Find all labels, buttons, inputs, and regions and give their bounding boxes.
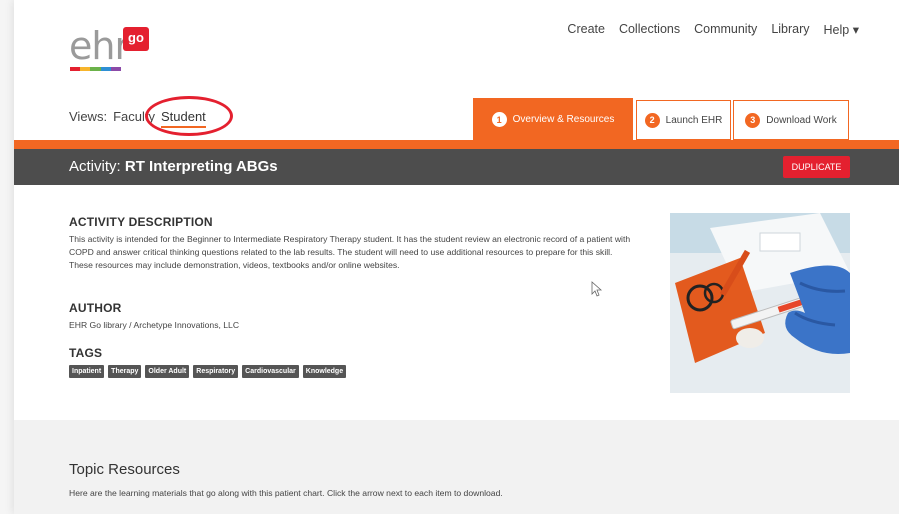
- tab-number-badge: 1: [491, 112, 507, 127]
- tab-label: Launch EHR: [665, 114, 723, 126]
- highlight-circle-annotation: [145, 96, 233, 136]
- activity-title: Activity: RT Interpreting ABGs: [69, 158, 278, 175]
- tag[interactable]: Inpatient: [69, 365, 105, 378]
- blood-gas-syringe-photo: [670, 213, 850, 393]
- nav-create[interactable]: Create: [567, 22, 605, 37]
- duplicate-button[interactable]: DUPLICATE: [783, 156, 850, 178]
- tab-label: Download Work: [766, 114, 837, 126]
- logo-stripe: [70, 67, 122, 71]
- tab-overview-resources[interactable]: 1 Overview & Resources: [473, 98, 633, 141]
- activity-photo: [670, 213, 850, 393]
- author-heading: AUTHOR: [69, 301, 122, 315]
- tag[interactable]: Therapy: [108, 365, 142, 378]
- topic-resources-section: Topic Resources Here are the learning ma…: [14, 420, 899, 514]
- tag[interactable]: Knowledge: [302, 365, 347, 378]
- nav-help[interactable]: Help ▾: [824, 22, 859, 37]
- tab-download-work[interactable]: 3 Download Work: [733, 100, 849, 140]
- tab-label: Overview & Resources: [512, 114, 615, 125]
- page: ehr go Create Collections Community Libr…: [14, 0, 899, 514]
- tab-number-badge: 3: [745, 112, 761, 128]
- nav-collections[interactable]: Collections: [619, 22, 680, 37]
- tags-heading: TAGS: [69, 346, 103, 360]
- author-text: EHR Go library / Archetype Innovations, …: [69, 320, 240, 330]
- tag-list: Inpatient Therapy Older Adult Respirator…: [69, 365, 347, 378]
- nav-library[interactable]: Library: [771, 22, 809, 37]
- tag[interactable]: Older Adult: [145, 365, 190, 378]
- nav-community[interactable]: Community: [694, 22, 757, 37]
- tab-number-badge: 2: [644, 112, 660, 128]
- tab-launch-ehr[interactable]: 2 Launch EHR: [636, 100, 731, 140]
- tag[interactable]: Cardiovascular: [242, 365, 299, 378]
- topic-resources-text: Here are the learning materials that go …: [69, 488, 503, 498]
- logo-badge: go: [123, 27, 149, 51]
- ehrgo-logo[interactable]: ehr go: [69, 24, 169, 76]
- top-nav: Create Collections Community Library Hel…: [567, 22, 859, 37]
- activity-title-bar: Activity: RT Interpreting ABGs DUPLICATE: [14, 149, 899, 185]
- tag[interactable]: Respiratory: [193, 365, 239, 378]
- logo-word: ehr: [69, 24, 130, 68]
- topic-resources-heading: Topic Resources: [69, 461, 180, 478]
- activity-prefix: Activity:: [69, 158, 121, 175]
- views-label: Views:: [69, 109, 108, 124]
- tab-underline-bar: [14, 140, 899, 149]
- mouse-cursor-icon: [591, 281, 603, 297]
- activity-name: RT Interpreting ABGs: [124, 158, 278, 175]
- description-heading: ACTIVITY DESCRIPTION: [69, 215, 213, 229]
- description-text: This activity is intended for the Beginn…: [69, 234, 631, 270]
